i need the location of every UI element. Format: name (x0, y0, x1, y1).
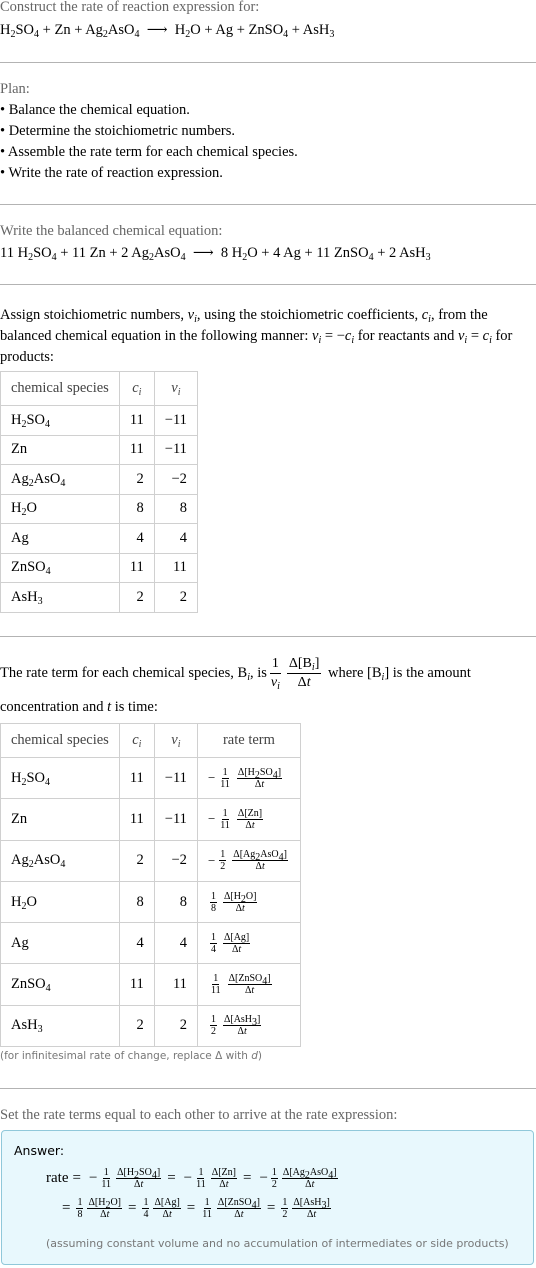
divider (0, 204, 536, 205)
plan-step: • Determine the stoichiometric numbers. (0, 123, 235, 139)
stoich-number-cell: 4 (153, 922, 198, 965)
col-header-species: chemical species (0, 371, 120, 406)
answer-label: Answer: (14, 1143, 65, 1158)
infinitesimal-note: (for infinitesimal rate of change, repla… (0, 1050, 263, 1062)
stoich-number-cell: 8 (153, 880, 198, 924)
coefficient-cell: 2 (118, 839, 155, 882)
plan-title: Plan: (0, 81, 30, 97)
coefficient-cell: 4 (118, 523, 155, 554)
final-title: Set the rate terms equal to each other t… (0, 1107, 398, 1123)
table-row: ZnSO4 11 11 (0, 552, 198, 583)
coefficient-cell: 11 (118, 963, 155, 1006)
stoich-number-cell: −2 (153, 464, 198, 495)
stoich-number-cell: 2 (153, 582, 198, 613)
species-cell: H2O (0, 880, 120, 924)
species-cell: Zn (0, 798, 120, 841)
rate-term-cell: −1 11 Δ[H2SO4] Δt (196, 756, 301, 800)
table-row: AsH3 2 2 (0, 582, 198, 613)
table-row: Ag2AsO4 2 −2 (0, 464, 198, 495)
table-row: H2SO4 11 −11−1 11 Δ[H2SO4] Δt (0, 756, 301, 800)
coefficient-cell: 8 (118, 493, 155, 524)
rate-expression-line-1: rate = −1 11 Δ[H2SO4] Δt = −1 11 Δ[Zn] Δt = −1 2 Δ[Ag2… (46, 1167, 338, 1190)
divider (0, 1088, 536, 1089)
rate-term-cell: 1 8 Δ[H2O] Δt (196, 880, 301, 924)
species-cell: AsH3 (0, 582, 120, 613)
table-row: Ag2AsO4 2 −2−1 2 Δ[Ag2AsO4] Δt (0, 839, 301, 882)
species-cell: Ag (0, 922, 120, 965)
species-cell: Zn (0, 434, 120, 465)
coefficient-cell: 2 (118, 582, 155, 613)
col-header-c: ci (118, 723, 155, 758)
plan-step: • Assemble the rate term for each chemic… (0, 144, 298, 160)
table-row: H2O 8 8 (0, 493, 198, 524)
rate-term-cell: −1 11 Δ[Zn] Δt (196, 798, 301, 841)
stoich-number-cell: −11 (153, 798, 198, 841)
divider (0, 636, 536, 637)
coefficient-cell: 2 (118, 1004, 155, 1048)
stoich-number-cell: 8 (153, 493, 198, 524)
table-row: H2O 8 8 1 8 Δ[H2O] Δt (0, 880, 301, 924)
stoich-number-cell: −11 (153, 434, 198, 465)
col-header-v: νi (153, 371, 198, 406)
rate-term-cell: 1 2 Δ[AsH3] Δt (196, 1004, 301, 1048)
species-cell: H2SO4 (0, 756, 120, 800)
stoich-number-cell: 2 (153, 1004, 198, 1048)
assumption-note: (assuming constant volume and no accumul… (46, 1237, 509, 1250)
table-header-row: chemical species ci νi rate term (0, 723, 301, 758)
plan-step: • Balance the chemical equation. (0, 102, 190, 118)
stoich-table: chemical species ci νi H2SO4 11 −11 Zn 11 −11… (0, 371, 198, 613)
balanced-title: Write the balanced chemical equation: (0, 223, 223, 239)
stoich-number-cell: −11 (153, 405, 198, 436)
species-cell: ZnSO4 (0, 963, 120, 1006)
balanced-equation: 11 H2SO4 + 11 Zn + 2 Ag2AsO4 ⟶ 8 H2O + 4… (0, 245, 431, 263)
species-cell: Ag2AsO4 (0, 839, 120, 882)
col-header-species: chemical species (0, 723, 120, 758)
coefficient-cell: 11 (118, 798, 155, 841)
stoich-number-cell: −11 (153, 756, 198, 800)
col-header-rate-term: rate term (196, 723, 301, 758)
species-cell: Ag (0, 523, 120, 554)
coefficient-cell: 4 (118, 922, 155, 965)
table-header-row: chemical species ci νi (0, 371, 198, 406)
rate-term-cell: 1 4 Δ[Ag] Δt (196, 922, 301, 965)
table-row: AsH3 2 2 1 2 Δ[AsH3] Δt (0, 1004, 301, 1048)
plan-step: • Write the rate of reaction expression. (0, 165, 223, 181)
coefficient-cell: 11 (118, 434, 155, 465)
species-cell: H2SO4 (0, 405, 120, 436)
table-row: ZnSO4 11 11 1 11 Δ[ZnSO4] Δt (0, 963, 301, 1006)
stoich-number-cell: 4 (153, 523, 198, 554)
rate-formula: 1 νi (269, 656, 281, 692)
reaction-equation: H2SO4 + Zn + Ag2AsO4 ⟶ H2O + Ag + ZnSO4 … (0, 22, 335, 40)
stoich-number-cell: 11 (153, 963, 198, 1006)
col-header-c: ci (118, 371, 155, 406)
rateterm-description: The rate term for each chemical species,… (0, 656, 471, 692)
rateterm-table: chemical species ci νi rate term H2SO4 11… (0, 723, 301, 1048)
rateterm-description-cont: concentration and t is time: (0, 699, 158, 715)
coefficient-cell: 2 (118, 464, 155, 495)
species-cell: AsH3 (0, 1004, 120, 1048)
col-header-v: νi (153, 723, 198, 758)
stoich-number-cell: 11 (153, 552, 198, 583)
divider (0, 284, 536, 285)
rate-term-cell: −1 2 Δ[Ag2AsO4] Δt (196, 839, 301, 882)
rate-expression-line-2: = 1 8 Δ[H2O] Δt = 1 4 Δ[Ag] Δt = 1 11 Δ[ZnSO4] Δt = 1 2 Δ[… (62, 1197, 331, 1220)
stoich-description: Assign stoichiometric numbers, νi, using… (0, 307, 513, 365)
species-cell: Ag2AsO4 (0, 464, 120, 495)
table-row: Zn 11 −11 (0, 434, 198, 465)
coefficient-cell: 11 (118, 405, 155, 436)
table-row: Zn 11 −11−1 11 Δ[Zn] Δt (0, 798, 301, 841)
divider (0, 62, 536, 63)
rate-term-cell: 1 11 Δ[ZnSO4] Δt (196, 963, 301, 1006)
table-row: Ag 4 4 1 4 Δ[Ag] Δt (0, 922, 301, 965)
species-cell: H2O (0, 493, 120, 524)
coefficient-cell: 11 (118, 552, 155, 583)
species-cell: ZnSO4 (0, 552, 120, 583)
table-row: Ag 4 4 (0, 523, 198, 554)
coefficient-cell: 11 (118, 756, 155, 800)
stoich-number-cell: −2 (153, 839, 198, 882)
coefficient-cell: 8 (118, 880, 155, 924)
prompt-text: Construct the rate of reaction expressio… (0, 0, 260, 15)
table-row: H2SO4 11 −11 (0, 405, 198, 436)
answer-box: Answer: rate = −1 11 Δ[H2SO4] Δt = −1 11 Δ[Zn] Δt =… (1, 1130, 534, 1265)
